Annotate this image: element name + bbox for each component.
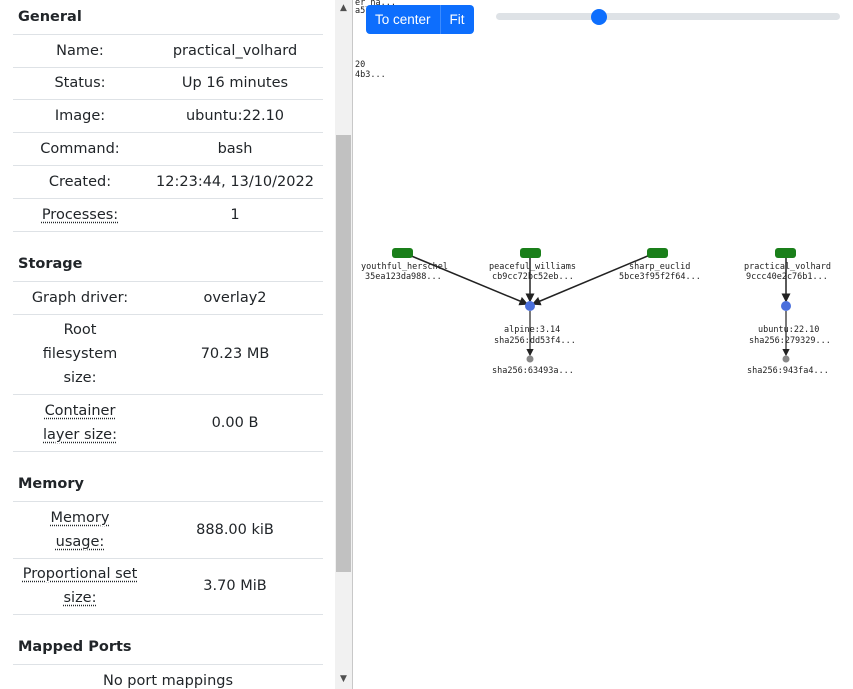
- layer-node-id: sha256:63493a...: [492, 366, 574, 376]
- container-node[interactable]: [775, 248, 796, 258]
- detail-value: 0.00 B: [211, 415, 259, 431]
- container-node-name: sharp_euclid: [629, 262, 690, 272]
- container-node-id: 35ea123da988...: [365, 272, 442, 282]
- scrollbar-thumb[interactable]: [336, 135, 351, 572]
- storage-section-title: Storage: [18, 256, 83, 272]
- partial-label: 4b3...: [355, 70, 386, 80]
- partial-label: 20: [355, 60, 365, 70]
- image-node-id: sha256:279329...: [749, 336, 831, 346]
- pss-tooltip-term[interactable]: Proportional set size:: [23, 566, 138, 606]
- port-mappings-row: No port mappings: [13, 664, 323, 689]
- detail-row-image: Image: ubuntu:22.10: [13, 100, 323, 133]
- container-details-panel[interactable]: General Name: practical_volhard Status: …: [0, 0, 353, 689]
- detail-row-graph-driver: Graph driver: overlay2: [13, 281, 323, 315]
- scroll-up-arrow-icon[interactable]: ▲: [335, 3, 352, 13]
- to-center-button[interactable]: To center: [366, 5, 440, 34]
- scroll-down-arrow-icon[interactable]: ▼: [335, 674, 352, 684]
- view-button-group: To center Fit: [366, 5, 474, 34]
- image-node-id: sha256:dd53f4...: [494, 336, 576, 346]
- layer-node[interactable]: [526, 355, 534, 363]
- container-node-name: peaceful_williams: [489, 262, 576, 272]
- detail-row-processes: Processes: 1: [13, 199, 323, 232]
- detail-key: Name:: [56, 43, 104, 59]
- detail-row-root-fs-size: Root filesystem size: 70.23 MB: [13, 314, 323, 395]
- image-node-name: ubuntu:22.10: [758, 325, 819, 335]
- detail-value: 12:23:44, 13/10/2022: [156, 174, 314, 190]
- detail-key: Root filesystem size:: [42, 322, 118, 386]
- container-node-id: 9ccc40e2c76b1...: [746, 272, 828, 282]
- layer-node-id: sha256:943fa4...: [747, 366, 829, 376]
- image-node-name: alpine:3.14: [504, 325, 560, 335]
- detail-row-created: Created: 12:23:44, 13/10/2022: [13, 166, 323, 199]
- dependency-graph-canvas[interactable]: er_ha... a5... 20 4b3... youthful_hersch…: [353, 0, 853, 689]
- dependency-graph-area[interactable]: er_ha... a5... 20 4b3... youthful_hersch…: [353, 0, 853, 689]
- detail-key: Command:: [40, 141, 120, 157]
- panel-scrollbar[interactable]: ▲ ▼: [335, 0, 352, 689]
- container-node[interactable]: [392, 248, 413, 258]
- image-node[interactable]: [781, 301, 791, 311]
- container-node[interactable]: [520, 248, 541, 258]
- detail-row-command: Command: bash: [13, 133, 323, 166]
- detail-key: Status:: [54, 75, 106, 91]
- detail-row-container-layer-size: Container layer size: 0.00 B: [13, 395, 323, 452]
- container-node-id: 5bce3f95f2f64...: [619, 272, 701, 282]
- container-node-name: youthful_herschel: [361, 262, 448, 272]
- detail-value: 888.00 kiB: [196, 522, 274, 538]
- memory-section-title: Memory: [18, 476, 84, 492]
- container-layer-size-tooltip-term[interactable]: Container layer size:: [43, 403, 117, 443]
- fit-button[interactable]: Fit: [439, 5, 474, 34]
- general-section-title: General: [18, 9, 82, 25]
- no-port-mappings-text: No port mappings: [102, 673, 234, 689]
- detail-value: 1: [230, 207, 240, 223]
- detail-value: 70.23 MB: [200, 346, 270, 362]
- detail-value: Up 16 minutes: [181, 75, 289, 91]
- detail-row-name: Name: practical_volhard: [13, 34, 323, 68]
- container-node-id: cb9cc72bc52eb...: [492, 272, 574, 282]
- zoom-slider-track[interactable]: [496, 13, 840, 20]
- container-node[interactable]: [647, 248, 668, 258]
- detail-key: Graph driver:: [31, 290, 129, 306]
- container-node-name: practical_volhard: [744, 262, 831, 272]
- detail-value: overlay2: [203, 290, 267, 306]
- mapped-ports-section-title: Mapped Ports: [18, 639, 132, 655]
- detail-row-memory-usage: Memory usage: 888.00 kiB: [13, 501, 323, 559]
- detail-value: practical_volhard: [172, 43, 298, 59]
- detail-row-status: Status: Up 16 minutes: [13, 67, 323, 100]
- detail-row-pss: Proportional set size: 3.70 MiB: [13, 558, 323, 615]
- memory-usage-tooltip-term[interactable]: Memory usage:: [51, 510, 110, 550]
- processes-tooltip-term[interactable]: Processes:: [42, 207, 118, 223]
- image-node[interactable]: [525, 301, 535, 311]
- detail-value: 3.70 MiB: [203, 578, 267, 594]
- detail-key: Created:: [48, 174, 112, 190]
- detail-value: ubuntu:22.10: [185, 108, 285, 124]
- detail-value: bash: [217, 141, 253, 157]
- detail-key: Image:: [54, 108, 106, 124]
- layer-node[interactable]: [782, 355, 790, 363]
